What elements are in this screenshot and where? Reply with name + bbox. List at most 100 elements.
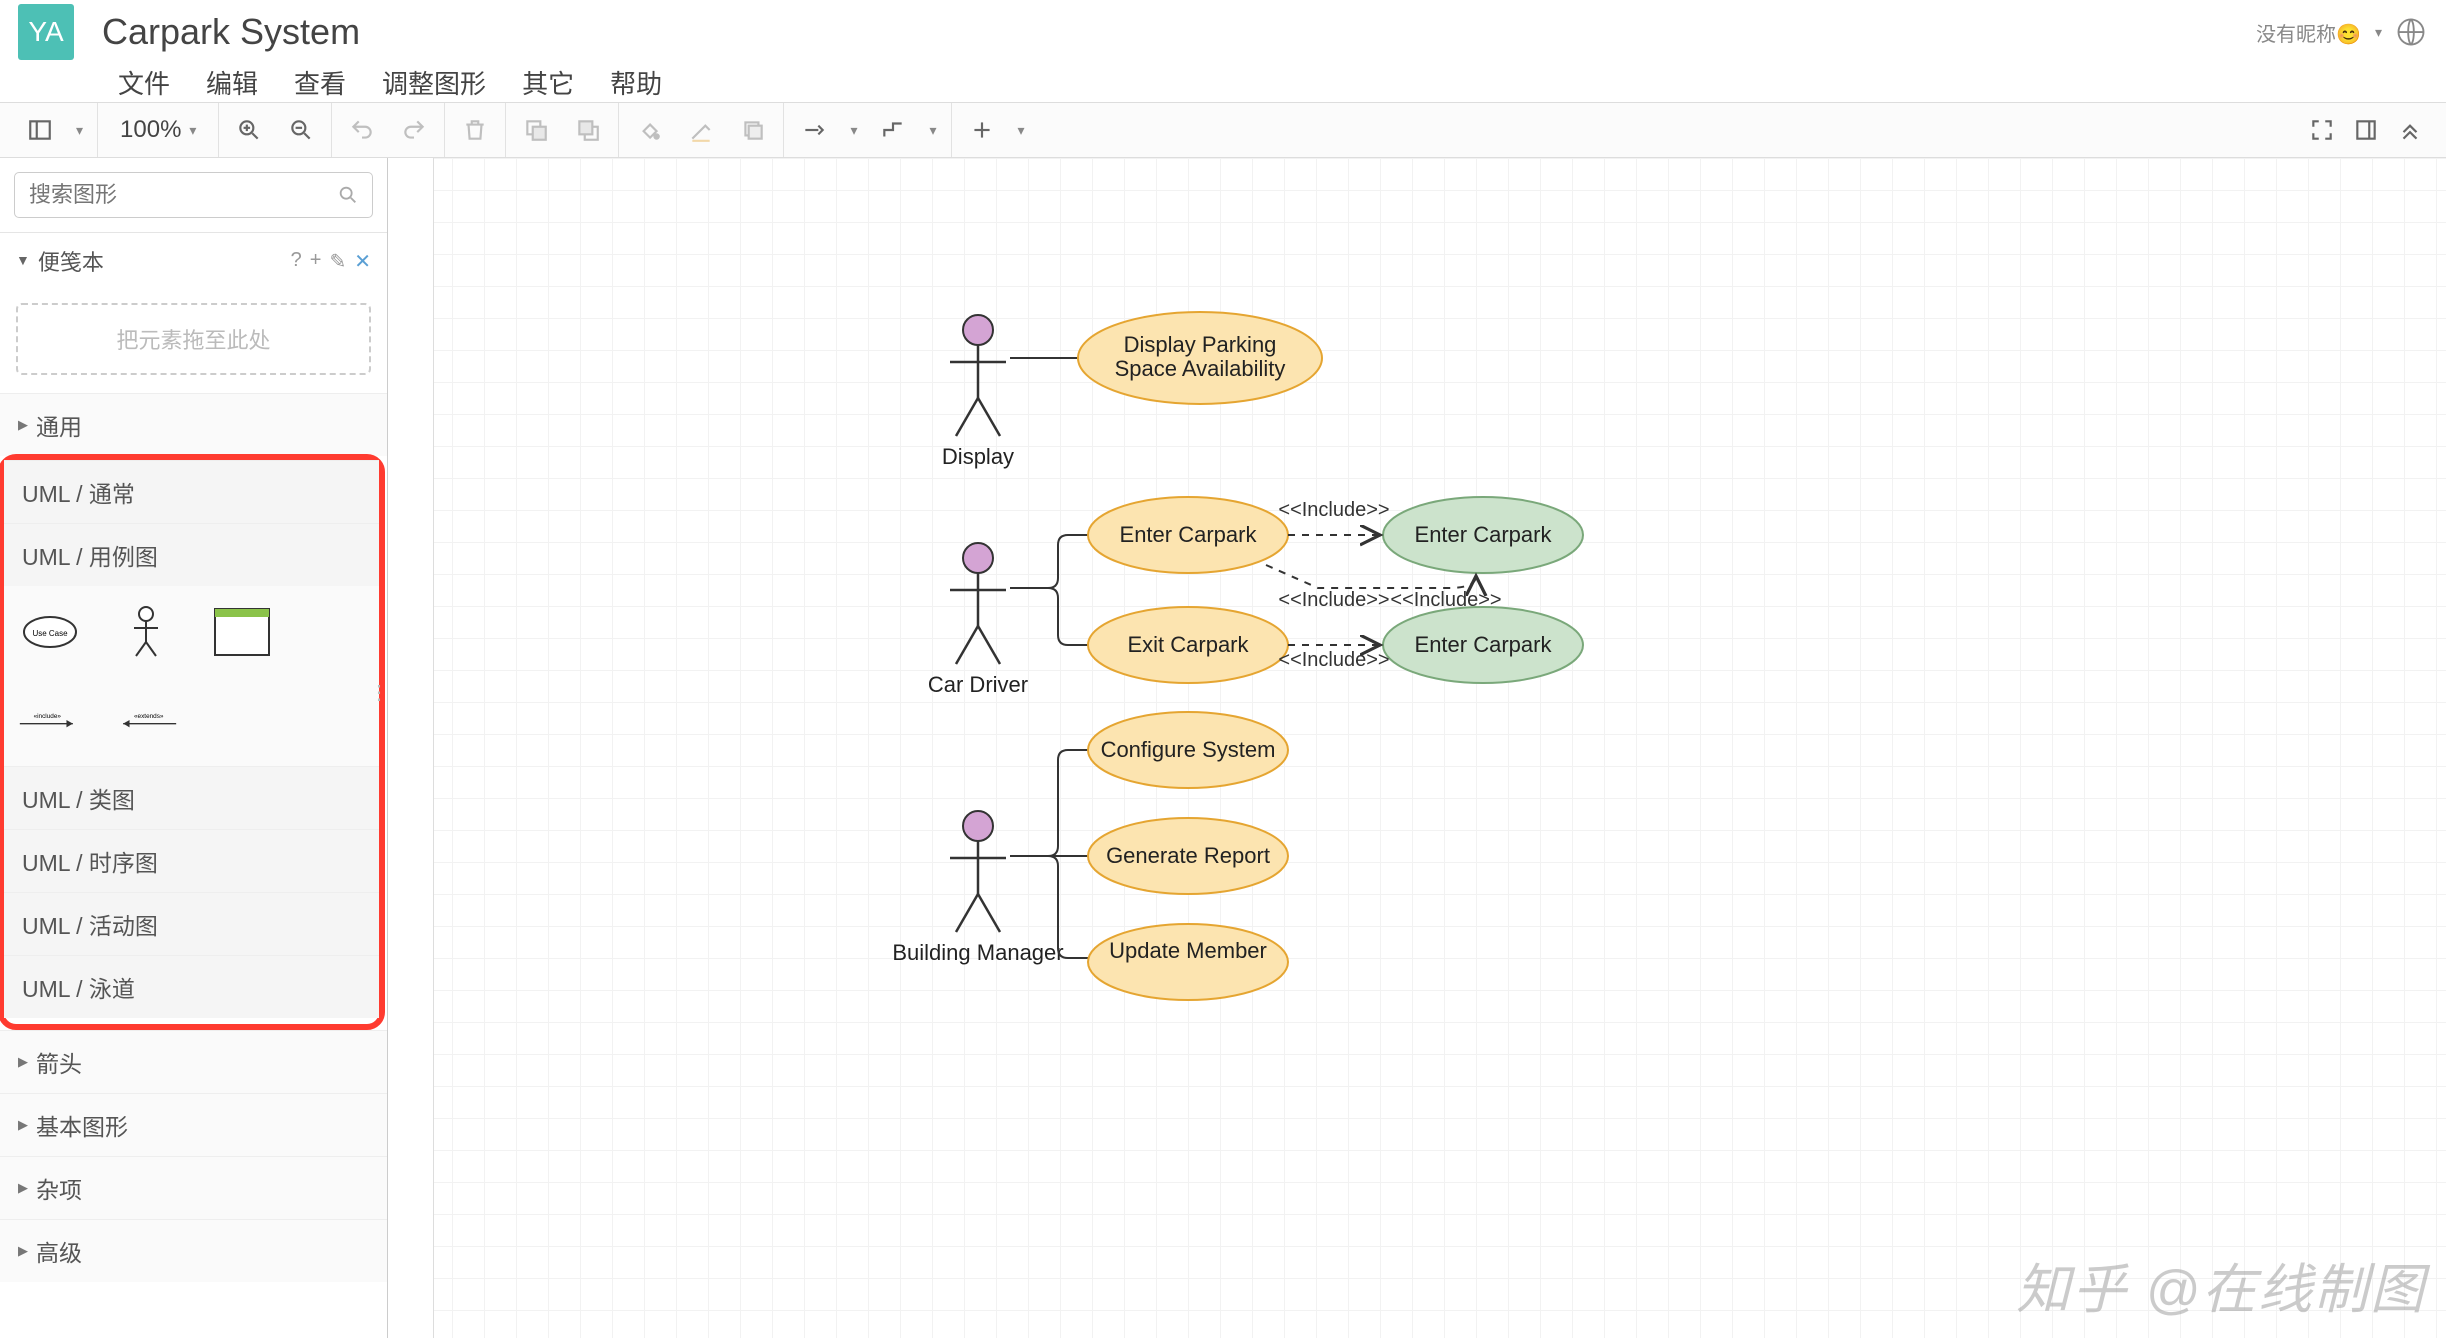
category-misc[interactable]: ▶ 杂项 (0, 1156, 387, 1219)
actor-label: Display (942, 444, 1014, 469)
undo-button[interactable] (346, 114, 378, 146)
uml-highlight-box: UML / 通常 UML / 用例图 Use Case «include» «e… (0, 454, 385, 1030)
zoom-out-button[interactable] (285, 114, 317, 146)
scratchpad-actions: ? + ✎ ✕ (291, 249, 371, 274)
category-uml-activity[interactable]: UML / 活动图 (4, 892, 379, 955)
connection-chevron-icon[interactable]: ▾ (850, 122, 857, 139)
insert-button[interactable] (966, 114, 998, 146)
expand-triangle-icon: ▶ (18, 1180, 28, 1196)
zoom-in-button[interactable] (233, 114, 265, 146)
actor-building-manager[interactable]: Building Manager (892, 811, 1063, 965)
category-uml-sequence[interactable]: UML / 时序图 (4, 829, 379, 892)
usecase-label: Enter Carpark (1415, 632, 1553, 657)
line-color-button[interactable] (685, 114, 717, 146)
canvas-wrap: Display Display Parking Space Availabili… (388, 158, 2446, 1338)
scratchpad-header[interactable]: ▼ 便笺本 ? + ✎ ✕ (0, 233, 387, 289)
zoom-level[interactable]: 100% ▾ (112, 116, 204, 144)
menu-view[interactable]: 查看 (294, 64, 346, 92)
scratchpad-dropzone[interactable]: 把元素拖至此处 (16, 303, 371, 375)
format-panel-button[interactable] (2350, 114, 2382, 146)
panel-resize-handle[interactable]: ⋮ (369, 680, 388, 705)
scratchpad-title: 便笺本 (38, 245, 104, 277)
connector[interactable] (1010, 535, 1088, 588)
collapse-button[interactable] (2394, 114, 2426, 146)
svg-text:Use Case: Use Case (32, 629, 68, 638)
category-arrows[interactable]: ▶ 箭头 (0, 1030, 387, 1093)
usecase-label: Configure System (1101, 737, 1276, 762)
include-label: <<Include>> (1390, 589, 1501, 611)
zoom-level-value: 100% (120, 116, 181, 144)
category-uml-class[interactable]: UML / 类图 (4, 766, 379, 829)
panel-toggle-chevron-icon[interactable]: ▾ (76, 122, 83, 139)
include-label: <<Include>> (1278, 589, 1389, 611)
menu-extras[interactable]: 其它 (522, 64, 574, 92)
connection-style-button[interactable] (798, 114, 830, 146)
fullscreen-button[interactable] (2306, 114, 2338, 146)
usecase-label: Enter Carpark (1120, 522, 1258, 547)
connector[interactable] (1010, 750, 1088, 856)
sidebar: ▼ 便笺本 ? + ✎ ✕ 把元素拖至此处 ▶ 通用 UML / 通常 UML … (0, 158, 388, 1338)
category-label: 高级 (36, 1234, 82, 1268)
user-nickname-label[interactable]: 没有昵称😊 (2256, 18, 2361, 47)
menu-edit[interactable]: 编辑 (206, 64, 258, 92)
header-right: 没有昵称😊 ▾ (2256, 17, 2426, 47)
menubar: 文件 编辑 查看 调整图形 其它 帮助 (0, 56, 2446, 102)
usecase-label: Exit Carpark (1127, 632, 1249, 657)
actor-label: Car Driver (928, 672, 1028, 697)
usecase-label: Update Member (1109, 938, 1267, 963)
globe-icon[interactable] (2396, 17, 2426, 47)
waypoints-button[interactable] (877, 114, 909, 146)
menu-file[interactable]: 文件 (118, 64, 170, 92)
include-label: <<Include>> (1278, 499, 1389, 521)
document-title[interactable]: Carpark System (102, 11, 360, 53)
shape-usecase-ellipse[interactable]: Use Case (18, 604, 82, 660)
scratchpad-add-button[interactable]: + (310, 249, 322, 274)
category-uml-usecase[interactable]: UML / 用例图 (4, 523, 379, 586)
waypoints-chevron-icon[interactable]: ▾ (929, 122, 936, 139)
diagram-svg: Display Display Parking Space Availabili… (388, 158, 2446, 1338)
category-label: 杂项 (36, 1171, 82, 1205)
usecase-shapes-panel: Use Case «include» «extends» ⋮ (4, 586, 379, 766)
connector[interactable] (1010, 588, 1088, 645)
app-root: YA Carpark System 没有昵称😊 ▾ 文件 编辑 查看 调整图形 … (0, 0, 2446, 1338)
to-front-button[interactable] (520, 114, 552, 146)
scratchpad-help-button[interactable]: ? (291, 249, 302, 274)
scratchpad-close-button[interactable]: ✕ (354, 249, 371, 274)
panel-toggle-button[interactable] (24, 114, 56, 146)
search-wrap (0, 158, 387, 233)
shape-extend-arrow[interactable]: «extends» (114, 692, 178, 748)
svg-text:«include»: «include» (34, 713, 62, 720)
usecase-label: Generate Report (1106, 843, 1270, 868)
scratchpad-edit-button[interactable]: ✎ (329, 249, 346, 274)
category-general[interactable]: ▶ 通用 (0, 393, 387, 456)
redo-button[interactable] (398, 114, 430, 146)
category-advanced[interactable]: ▶高级 (0, 1219, 387, 1282)
canvas[interactable]: Display Display Parking Space Availabili… (388, 158, 2446, 1338)
collapse-triangle-icon: ▼ (16, 252, 30, 268)
to-back-button[interactable] (572, 114, 604, 146)
search-input[interactable] (14, 172, 373, 218)
user-menu-chevron-icon[interactable]: ▾ (2375, 24, 2382, 41)
category-uml-common[interactable]: UML / 通常 (4, 460, 379, 523)
category-uml-swimlane[interactable]: UML / 泳道 (4, 955, 379, 1018)
avatar[interactable]: YA (18, 4, 74, 60)
shadow-button[interactable] (737, 114, 769, 146)
actor-label: Building Manager (892, 940, 1063, 965)
search-icon (337, 184, 359, 206)
insert-chevron-icon[interactable]: ▾ (1018, 122, 1025, 139)
menu-help[interactable]: 帮助 (610, 64, 662, 92)
shape-system-boundary[interactable] (210, 604, 274, 660)
delete-button[interactable] (459, 114, 491, 146)
category-basic[interactable]: ▶基本图形 (0, 1093, 387, 1156)
category-label: 通用 (36, 408, 82, 442)
shape-actor[interactable] (114, 604, 178, 660)
expand-triangle-icon: ▶ (18, 1054, 28, 1070)
category-label: 箭头 (36, 1045, 82, 1079)
header: YA Carpark System 没有昵称😊 ▾ (0, 0, 2446, 56)
actor-display[interactable]: Display (942, 315, 1014, 469)
fill-color-button[interactable] (633, 114, 665, 146)
actor-car-driver[interactable]: Car Driver (928, 543, 1028, 697)
shape-include-arrow[interactable]: «include» (18, 692, 82, 748)
menu-arrange[interactable]: 调整图形 (382, 64, 486, 92)
category-label: 基本图形 (36, 1108, 128, 1142)
